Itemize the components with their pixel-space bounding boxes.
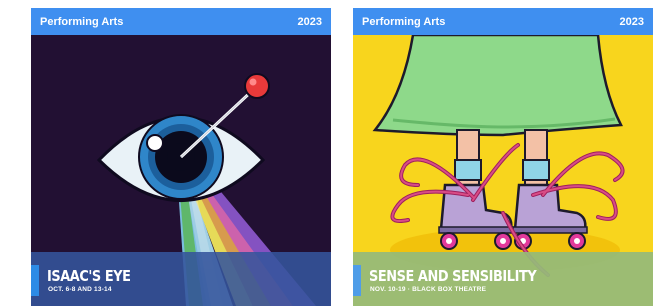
card-year: 2023 — [619, 16, 644, 28]
event-card-isaacs-eye[interactable]: Performing Arts 2023 ISAAC'S EYE OCT. 6-… — [31, 8, 331, 306]
show-title: SENSE AND SENSIBILITY — [369, 267, 537, 285]
accent-bar — [353, 265, 361, 296]
event-card-sense-and-sensibility[interactable]: Performing Arts 2023 SENSE AND SENSIBILI… — [353, 8, 653, 306]
show-dates: OCT. 6-8 AND 13-14 — [48, 286, 112, 293]
card-header: Performing Arts 2023 — [353, 8, 653, 35]
card-banner: SENSE AND SENSIBILITY NOV. 10-19 · BLACK… — [353, 252, 653, 306]
green-dress — [372, 35, 623, 137]
card-banner: ISAAC'S EYE OCT. 6-8 AND 13-14 — [31, 252, 331, 306]
card-header: Performing Arts 2023 — [31, 8, 331, 35]
accent-bar — [31, 265, 39, 296]
show-dates: NOV. 10-19 · BLACK BOX THEATRE — [370, 286, 487, 293]
card-year: 2023 — [297, 16, 322, 28]
card-category: Performing Arts — [40, 16, 124, 28]
card-category: Performing Arts — [362, 16, 446, 28]
show-title: ISAAC'S EYE — [47, 267, 131, 285]
